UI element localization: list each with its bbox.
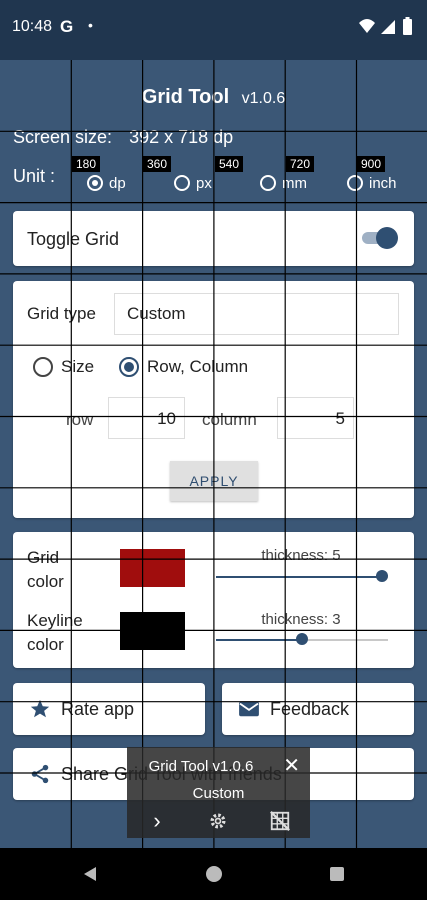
keyline-color-label-line: Keyline — [27, 611, 83, 630]
unit-option-label: px — [196, 174, 212, 192]
battery-icon — [403, 19, 412, 35]
keyline-color-swatch[interactable] — [120, 612, 185, 650]
grid-tick-label: 360 — [143, 156, 172, 172]
grid-type-select[interactable]: Custom — [114, 293, 399, 335]
app-title: Grid Tool — [141, 86, 230, 108]
slider-fill — [216, 639, 302, 641]
column-label: column — [202, 410, 257, 429]
rate-app-button[interactable]: Rate app — [13, 683, 205, 735]
feedback-button[interactable]: Feedback — [222, 683, 414, 735]
unit-label: Unit : — [13, 166, 56, 186]
grid-color-label: Grid color — [27, 546, 64, 594]
switch-thumb — [376, 227, 398, 249]
screen-size-label: Screen size: — [13, 127, 113, 147]
notification-dot-icon: • — [88, 17, 93, 33]
grid-thickness-label: thickness: 5 — [261, 547, 341, 564]
home-icon[interactable] — [205, 865, 223, 883]
overlay-subtitle: Custom — [192, 785, 245, 802]
grid-tick-label: 180 — [72, 156, 101, 172]
radio-icon — [260, 175, 276, 191]
wifi-icon — [359, 19, 375, 33]
grid-thickness-slider[interactable] — [216, 569, 388, 585]
signal-icon — [381, 20, 395, 34]
status-bar: 10:48 G • — [0, 0, 427, 60]
mail-icon — [239, 701, 259, 717]
row-input[interactable]: 10 — [108, 397, 185, 439]
unit-option-label: mm — [282, 174, 307, 192]
back-icon[interactable] — [81, 865, 99, 883]
star-icon — [30, 699, 50, 718]
toggle-grid-card[interactable]: Toggle Grid — [13, 211, 414, 266]
grid-type-card: Grid type Custom Size Row, Column row 10… — [13, 281, 414, 518]
radio-selected-icon — [119, 357, 139, 377]
grid-off-icon[interactable] — [267, 810, 293, 832]
app-version: v1.0.6 — [241, 90, 286, 107]
rate-app-label: Rate app — [61, 698, 135, 719]
gear-icon[interactable] — [205, 810, 231, 832]
screen-size-value: 392 x 718 dp — [129, 127, 234, 147]
slider-thumb[interactable] — [296, 633, 308, 645]
mode-option-label: Row, Column — [147, 357, 249, 376]
recents-icon[interactable] — [329, 866, 345, 882]
apply-button[interactable]: APPLY — [170, 461, 258, 501]
unit-option-dp[interactable]: dp — [87, 172, 126, 194]
keyline-color-label: Keyline color — [27, 609, 83, 657]
slider-fill — [216, 576, 382, 578]
toggle-grid-label: Toggle Grid — [27, 229, 120, 249]
row-label: row — [66, 410, 94, 429]
keyline-color-label-line: color — [27, 635, 64, 654]
floating-controller[interactable]: Grid Tool v1.0.6 ✕ Custom › — [127, 747, 310, 838]
unit-option-px[interactable]: px — [174, 172, 212, 194]
grid-color-swatch[interactable] — [120, 549, 185, 587]
overlay-title: Grid Tool v1.0.6 — [148, 758, 254, 775]
unit-option-inch[interactable]: inch — [347, 172, 397, 194]
toggle-grid-switch[interactable] — [360, 227, 398, 249]
keyline-thickness-slider[interactable] — [216, 632, 388, 648]
slider-thumb[interactable] — [376, 570, 388, 582]
grid-type-label: Grid type — [27, 304, 96, 323]
radio-selected-icon — [87, 175, 103, 191]
radio-icon — [347, 175, 363, 191]
color-card: Grid color thickness: 5 Keyline color th… — [13, 532, 414, 668]
status-time: 10:48 — [12, 18, 53, 35]
slider-track — [302, 639, 388, 641]
status-icons — [359, 17, 412, 35]
navigation-bar — [0, 848, 427, 900]
radio-icon — [174, 175, 190, 191]
feedback-label: Feedback — [270, 698, 350, 719]
unit-option-label: inch — [369, 174, 397, 192]
grid-color-label-line: Grid — [27, 548, 60, 567]
mode-option-row-column[interactable]: Row, Column — [119, 357, 248, 377]
app-header: Grid Tool v1.0.6 — [0, 86, 427, 109]
screen-size: Screen size: 392 x 718 dp — [13, 127, 233, 148]
chevron-right-icon[interactable]: › — [144, 808, 170, 833]
close-icon[interactable]: ✕ — [283, 753, 300, 778]
unit-option-mm[interactable]: mm — [260, 172, 307, 194]
grid-tick-label: 720 — [286, 156, 315, 172]
grid-tick-label: 900 — [357, 156, 386, 172]
mode-option-label: Size — [61, 357, 95, 376]
column-input[interactable]: 5 — [277, 397, 354, 439]
grid-color-label-line: color — [27, 572, 64, 591]
radio-icon — [33, 357, 53, 377]
google-icon: G — [60, 17, 74, 36]
share-icon — [31, 764, 49, 784]
mode-option-size[interactable]: Size — [33, 357, 94, 377]
grid-tick-label: 540 — [215, 156, 244, 172]
keyline-thickness-label: thickness: 3 — [261, 611, 341, 628]
unit-option-label: dp — [109, 174, 126, 192]
